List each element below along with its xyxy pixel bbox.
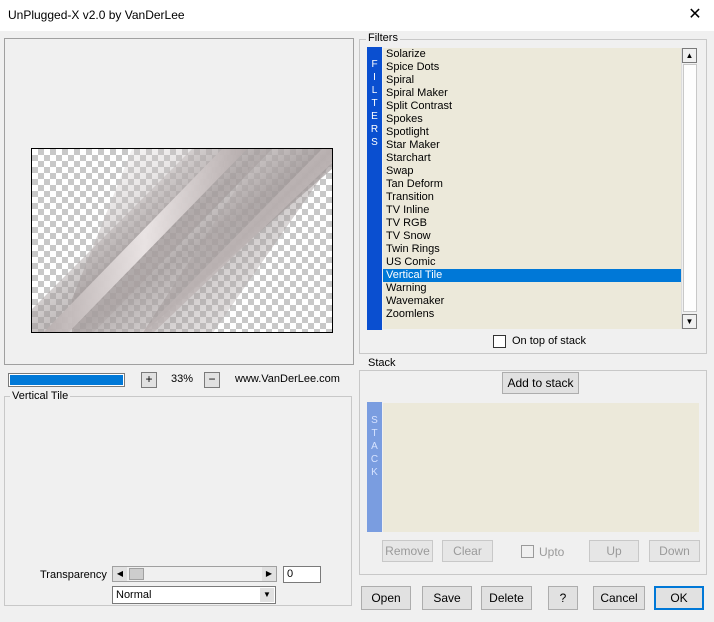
- save-button[interactable]: Save: [422, 586, 472, 610]
- strip-letter: A: [371, 441, 378, 452]
- filter-list-item[interactable]: Warning: [383, 282, 683, 295]
- scroll-down-arrow-icon[interactable]: ▼: [682, 314, 697, 329]
- remove-button[interactable]: Remove: [382, 540, 433, 562]
- transparency-value-input[interactable]: 0: [283, 566, 321, 583]
- delete-button[interactable]: Delete: [481, 586, 532, 610]
- window-title: UnPlugged-X v2.0 by VanDerLee: [8, 8, 185, 22]
- filter-list-item[interactable]: Swap: [383, 165, 683, 178]
- transparency-slider[interactable]: ◀ ▶: [112, 566, 277, 582]
- cancel-button[interactable]: Cancel: [593, 586, 645, 610]
- zoom-out-button[interactable]: −: [204, 372, 220, 388]
- zoom-in-button[interactable]: +: [141, 372, 157, 388]
- preview-image[interactable]: [31, 148, 333, 333]
- stack-group-title: Stack: [366, 357, 398, 369]
- strip-letter: R: [370, 124, 379, 135]
- filter-list-scrollbar[interactable]: ▲ ▼: [681, 48, 697, 329]
- transparency-label: Transparency: [40, 569, 107, 581]
- filter-list-item[interactable]: TV RGB: [383, 217, 683, 230]
- filter-list-item[interactable]: Zoomlens: [383, 308, 683, 321]
- ok-button[interactable]: OK: [654, 586, 704, 610]
- filter-list-item[interactable]: TV Inline: [383, 204, 683, 217]
- strip-letter: F: [371, 59, 378, 70]
- filters-group-title: Filters: [366, 32, 400, 44]
- website-link[interactable]: www.VanDerLee.com: [235, 373, 340, 385]
- strip-letter: T: [371, 428, 378, 439]
- filter-list-item[interactable]: Spiral Maker: [383, 87, 683, 100]
- on-top-of-stack-checkbox[interactable]: [493, 335, 506, 348]
- preview-diagonal-tiles: [32, 149, 332, 332]
- filter-list-item[interactable]: Spiral: [383, 74, 683, 87]
- blend-mode-value: Normal: [116, 589, 152, 601]
- filter-list-item[interactable]: Starchart: [383, 152, 683, 165]
- filter-list-item[interactable]: Solarize: [383, 48, 683, 61]
- close-icon[interactable]: ✕: [680, 3, 710, 27]
- filter-list-item[interactable]: US Comic: [383, 256, 683, 269]
- scroll-up-arrow-icon[interactable]: ▲: [682, 48, 697, 63]
- progress-fill: [10, 375, 123, 385]
- filter-list-item[interactable]: Star Maker: [383, 139, 683, 152]
- filter-list-item[interactable]: Tan Deform: [383, 178, 683, 191]
- scroll-thumb[interactable]: [683, 64, 697, 312]
- chevron-down-icon[interactable]: ▼: [260, 588, 274, 602]
- filter-list-item[interactable]: Wavemaker: [383, 295, 683, 308]
- upto-checkbox[interactable]: [521, 545, 534, 558]
- down-button[interactable]: Down: [649, 540, 700, 562]
- slider-right-arrow-icon[interactable]: ▶: [262, 567, 276, 581]
- filter-list[interactable]: Solarize Spice Dots Spiral Spiral Maker Spli…: [383, 48, 683, 329]
- filter-settings-title: Vertical Tile: [10, 390, 71, 402]
- strip-letter: S: [371, 415, 378, 426]
- preview-panel: [4, 38, 354, 365]
- filter-list-item[interactable]: TV Snow: [383, 230, 683, 243]
- filter-list-item[interactable]: Twin Rings: [383, 243, 683, 256]
- filters-side-label: FILTERS: [367, 47, 382, 330]
- filter-list-item[interactable]: Spice Dots: [383, 61, 683, 74]
- stack-list[interactable]: [383, 403, 699, 532]
- filter-list-item[interactable]: Split Contrast: [383, 100, 683, 113]
- zoom-level: 33%: [170, 373, 194, 385]
- strip-letter: K: [371, 467, 378, 478]
- upto-label[interactable]: Upto: [539, 545, 564, 559]
- filter-list-item[interactable]: Vertical Tile: [383, 269, 683, 282]
- filter-list-item[interactable]: Spokes: [383, 113, 683, 126]
- help-button[interactable]: ?: [548, 586, 578, 610]
- open-button[interactable]: Open: [361, 586, 411, 610]
- slider-thumb[interactable]: [129, 568, 144, 580]
- blend-mode-select[interactable]: Normal ▼: [112, 586, 276, 604]
- add-to-stack-button[interactable]: Add to stack: [502, 372, 579, 394]
- filter-list-item[interactable]: Spotlight: [383, 126, 683, 139]
- strip-letter: E: [371, 111, 378, 122]
- clear-button[interactable]: Clear: [442, 540, 493, 562]
- stack-side-label: STACK: [367, 402, 382, 532]
- render-progress-bar: [8, 373, 125, 387]
- strip-letter: I: [373, 72, 376, 83]
- strip-letter: C: [370, 454, 379, 465]
- on-top-of-stack-label[interactable]: On top of stack: [512, 335, 586, 347]
- up-button[interactable]: Up: [589, 540, 639, 562]
- slider-left-arrow-icon[interactable]: ◀: [113, 567, 127, 581]
- strip-letter: T: [371, 98, 378, 109]
- strip-letter: S: [371, 137, 378, 148]
- filter-list-item[interactable]: Transition: [383, 191, 683, 204]
- strip-letter: L: [371, 85, 378, 96]
- title-bar: UnPlugged-X v2.0 by VanDerLee ✕: [0, 0, 714, 31]
